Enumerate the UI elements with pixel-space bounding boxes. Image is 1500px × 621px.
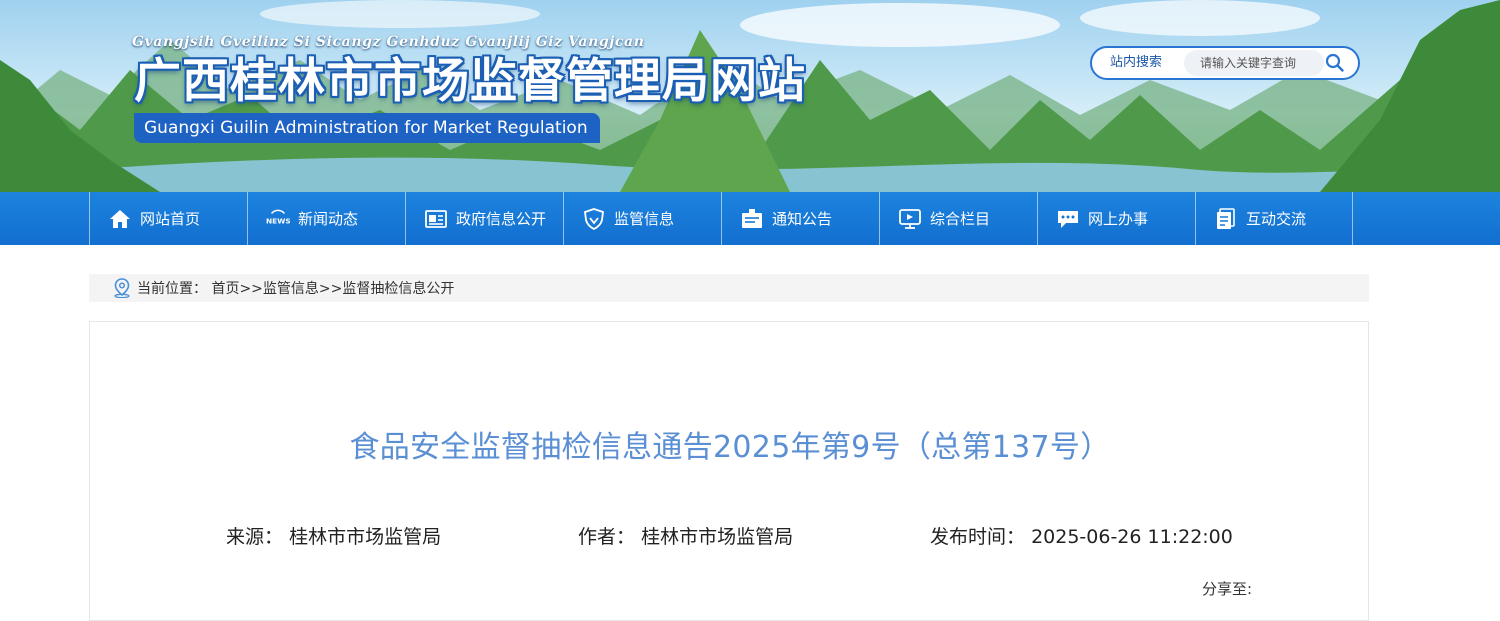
- breadcrumb-separator: >>: [239, 281, 263, 297]
- breadcrumb-separator: >>: [318, 281, 343, 297]
- breadcrumb-prefix: 当前位置：: [137, 281, 207, 297]
- monitor-icon: [898, 208, 922, 230]
- nav-item-home[interactable]: 网站首页: [89, 192, 247, 245]
- site-title: 广西桂林市市场监督管理局网站: [134, 54, 806, 109]
- nav-item-label: 互动交流: [1246, 210, 1307, 228]
- breadcrumb-home-link[interactable]: 首页: [211, 281, 239, 297]
- nav-item-notices[interactable]: 通知公告: [721, 192, 879, 245]
- svg-text:NEWS: NEWS: [266, 216, 290, 225]
- nav-item-label: 政府信息公开: [456, 210, 547, 228]
- author-label: 作者：: [578, 526, 636, 548]
- article-title: 食品安全监督抽检信息通告2025年第9号（总第137号）: [349, 430, 1111, 465]
- article-date: 发布时间： 2025-06-26 11:22:00: [930, 522, 1233, 549]
- home-icon: [108, 208, 132, 230]
- search-box: 站内搜索: [1090, 46, 1360, 80]
- nav-item-label: 网上办事: [1088, 210, 1149, 228]
- nav-item-label: 新闻动态: [298, 210, 359, 228]
- nav-item-label: 网站首页: [140, 210, 201, 228]
- site-title-zhuang: Gvangjsih Gveilinz Si Sicangz Genhduz Gv…: [132, 34, 645, 50]
- newspaper-icon: [424, 208, 448, 230]
- document-icon: [1214, 207, 1238, 230]
- author-value: 桂林市市场监管局: [641, 526, 794, 548]
- shield-icon: [582, 207, 606, 230]
- notice-icon: [740, 208, 764, 230]
- date-label: 发布时间：: [930, 526, 1026, 548]
- date-value: 2025-06-26 11:22:00: [1031, 526, 1233, 548]
- search-label: 站内搜索: [1110, 55, 1163, 70]
- nav-item-supervision[interactable]: 监管信息: [563, 192, 721, 245]
- search-input[interactable]: [1184, 50, 1324, 76]
- source-value: 桂林市市场监管局: [289, 526, 442, 548]
- article-author: 作者： 桂林市市场监管局: [578, 522, 793, 549]
- nav-item-gov-info[interactable]: 政府信息公开: [405, 192, 563, 245]
- breadcrumb: 当前位置： 首页>>监管信息>>监督抽检信息公开: [89, 274, 1369, 302]
- share-label: 分享至:: [1202, 580, 1253, 598]
- nav-item-label: 综合栏目: [930, 210, 991, 228]
- nav-item-general[interactable]: 综合栏目: [879, 192, 1037, 245]
- article-source: 来源： 桂林市市场监管局: [226, 522, 441, 549]
- breadcrumb-level1-link[interactable]: 监管信息: [263, 281, 319, 297]
- source-label: 来源：: [226, 526, 284, 548]
- site-title-english: Guangxi Guilin Administration for Market…: [134, 113, 600, 143]
- breadcrumb-level2-link[interactable]: 监督抽检信息公开: [342, 281, 454, 297]
- nav-item-label: 监管信息: [614, 210, 675, 228]
- nav-item-news[interactable]: NEWS 新闻动态: [247, 192, 405, 245]
- main-nav: 网站首页 NEWS 新闻动态 政府信息公开 监管信息 通知公告 综合栏目 网上办…: [0, 192, 1500, 245]
- header-banner: Gvangjsih Gveilinz Si Sicangz Genhduz Gv…: [0, 0, 1500, 192]
- search-icon[interactable]: [1324, 52, 1346, 74]
- chat-icon: [1056, 208, 1080, 230]
- news-icon: NEWS: [266, 208, 290, 230]
- article-panel: 食品安全监督抽检信息通告2025年第9号（总第137号） 来源： 桂林市市场监管…: [89, 321, 1369, 621]
- nav-item-label: 通知公告: [772, 210, 833, 228]
- nav-item-online-service[interactable]: 网上办事: [1037, 192, 1195, 245]
- nav-item-interaction[interactable]: 互动交流: [1195, 192, 1353, 245]
- location-pin-icon: [113, 278, 131, 299]
